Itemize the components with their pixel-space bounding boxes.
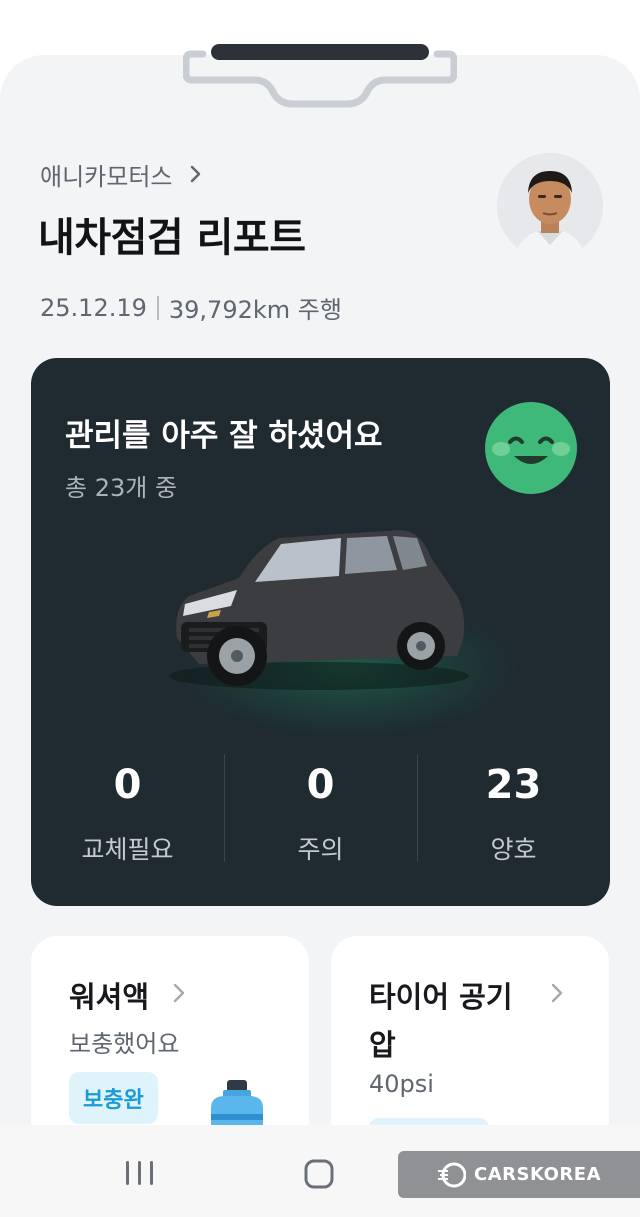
meta-divider [156, 295, 159, 320]
avatar[interactable] [497, 153, 603, 259]
clipboard-clip-icon [183, 44, 457, 108]
stat-good-value: 23 [485, 762, 542, 808]
home-icon[interactable] [303, 1158, 335, 1190]
report-headline: 관리를 아주 잘 하셨어요 [65, 418, 383, 454]
report-date: 25.12.19 [40, 293, 147, 322]
stat-caution-value: 0 [306, 762, 335, 808]
stat-replace-label: 교체필요 [81, 835, 174, 864]
recent-apps-icon[interactable] [124, 1160, 156, 1186]
chevron-right-icon [551, 983, 563, 1003]
tire-pressure-value: 40psi [369, 1070, 434, 1098]
tire-pressure-card[interactable]: 타이어 공기압 40psi [331, 936, 609, 1156]
stat-caution-label: 주의 [297, 835, 344, 864]
report-total: 총 23개 중 [65, 474, 178, 502]
brand-name: 애니카모터스 [40, 162, 173, 191]
profile-photo [497, 153, 603, 259]
washer-fluid-card[interactable]: 워셔액 보충했어요 보충완 [31, 936, 309, 1156]
report-summary-card[interactable]: 관리를 아주 잘 하셨어요 총 23개 중 0 교체필요 0 주의 23 양호 [31, 358, 610, 906]
stat-good-label: 양호 [490, 835, 537, 864]
car-image [169, 530, 469, 690]
inspection-stats: 0 교체필요 0 주의 23 양호 [31, 748, 610, 868]
brand-link[interactable]: 애니카모터스 [40, 156, 204, 192]
watermark: CARSKOREA [398, 1151, 640, 1198]
chevron-right-icon [191, 165, 201, 183]
report-meta: 25.12.19 39,792km 주행 [40, 290, 342, 325]
stat-replace[interactable]: 0 교체필요 [31, 748, 224, 868]
page-title: 내차점검 리포트 [38, 215, 306, 261]
mileage: 39,792km 주행 [168, 296, 342, 324]
stat-caution[interactable]: 0 주의 [224, 748, 417, 868]
chevron-right-icon [173, 983, 185, 1003]
tire-pressure-title: 타이어 공기압 [369, 980, 513, 1062]
stat-replace-value: 0 [113, 762, 142, 808]
status-badge: 보충완 [69, 1072, 158, 1124]
smiley-icon [485, 402, 577, 494]
stat-good[interactable]: 23 양호 [417, 748, 610, 868]
washer-fluid-status: 보충했어요 [69, 1030, 180, 1058]
washer-fluid-title: 워셔액 [69, 980, 150, 1014]
watermark-text: CARSKOREA [474, 1164, 601, 1185]
watermark-logo-icon [438, 1162, 466, 1187]
